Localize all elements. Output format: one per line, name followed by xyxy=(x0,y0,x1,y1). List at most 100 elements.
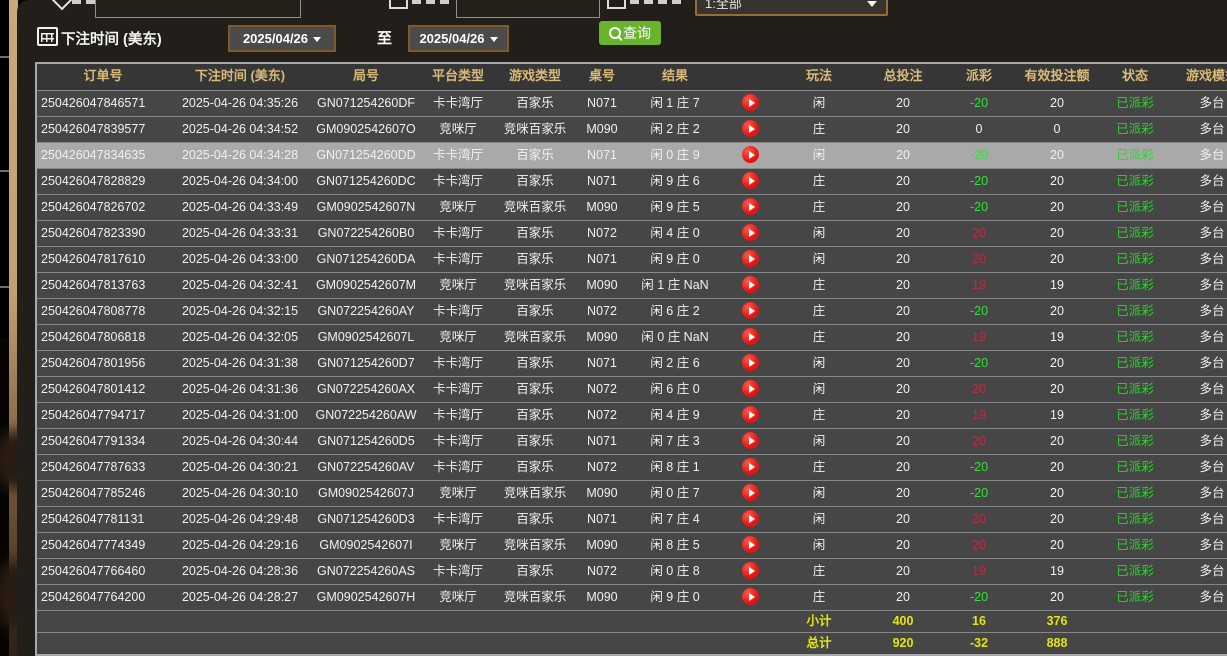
play-icon[interactable] xyxy=(742,380,759,397)
game-type-cell: 百家乐 xyxy=(495,221,575,246)
play-icon[interactable] xyxy=(742,198,759,215)
table-body: 250426047846571 2025-04-26 04:35:26 GN07… xyxy=(37,90,1227,610)
replay-cell xyxy=(721,91,779,116)
game-type-cell: 百家乐 xyxy=(495,455,575,480)
table-row[interactable]: 250426047791334 2025-04-26 04:30:44 GN07… xyxy=(37,428,1227,454)
bet-time-cell: 2025-04-26 04:29:16 xyxy=(169,533,311,558)
date-from-select[interactable]: 2025/04/26 xyxy=(228,25,336,52)
clipped-icon xyxy=(389,0,408,9)
replay-cell xyxy=(721,117,779,142)
play-icon[interactable] xyxy=(742,250,759,267)
valid-bet-cell: 20 xyxy=(1011,377,1103,402)
table-row[interactable]: 250426047794717 2025-04-26 04:31:00 GN07… xyxy=(37,402,1227,428)
table-row[interactable]: 250426047764200 2025-04-26 04:28:27 GM09… xyxy=(37,584,1227,610)
play-type-cell: 庄 xyxy=(779,559,859,584)
play-type-cell: 庄 xyxy=(779,325,859,350)
table-row[interactable]: 250426047813763 2025-04-26 04:32:41 GM09… xyxy=(37,272,1227,298)
table-row[interactable]: 250426047834635 2025-04-26 04:34:28 GN07… xyxy=(37,142,1227,168)
table-row[interactable]: 250426047817610 2025-04-26 04:33:00 GN07… xyxy=(37,246,1227,272)
table-row[interactable]: 250426047806818 2025-04-26 04:32:05 GM09… xyxy=(37,324,1227,350)
play-icon[interactable] xyxy=(742,562,759,579)
order-no-cell: 250426047823390 xyxy=(37,221,169,246)
bet-time-cell: 2025-04-26 04:28:27 xyxy=(169,585,311,610)
platform-cell: 卡卡湾厅 xyxy=(421,143,495,168)
play-icon[interactable] xyxy=(742,484,759,501)
result-cell: 闲 2 庄 6 xyxy=(629,351,721,376)
total-bet-cell: 20 xyxy=(859,221,947,246)
table-row[interactable]: 250426047781131 2025-04-26 04:29:48 GN07… xyxy=(37,506,1227,532)
total-bet-cell: 20 xyxy=(859,247,947,272)
table-row[interactable]: 250426047808778 2025-04-26 04:32:15 GN07… xyxy=(37,298,1227,324)
replay-cell xyxy=(721,195,779,220)
payout-cell: 20 xyxy=(947,247,1011,272)
order-no-input[interactable] xyxy=(95,0,301,18)
date-to-select[interactable]: 2025/04/26 xyxy=(408,25,509,52)
replay-cell xyxy=(721,377,779,402)
total-bet-cell: 20 xyxy=(859,481,947,506)
play-icon[interactable] xyxy=(742,276,759,293)
table-no-cell: N071 xyxy=(575,169,629,194)
round-no-cell: GN071254260D7 xyxy=(311,351,421,376)
status-cell: 已派彩 xyxy=(1103,299,1167,324)
play-icon[interactable] xyxy=(742,172,759,189)
play-icon[interactable] xyxy=(742,406,759,423)
column-header: 状态 xyxy=(1103,64,1167,90)
round-no-input[interactable] xyxy=(456,0,600,18)
game-type-cell: 百家乐 xyxy=(495,169,575,194)
payout-cell: 19 xyxy=(947,559,1011,584)
order-no-cell: 250426047794717 xyxy=(37,403,169,428)
play-icon[interactable] xyxy=(742,94,759,111)
bet-time-cell: 2025-04-26 04:32:41 xyxy=(169,273,311,298)
round-no-cell: GN072254260B0 xyxy=(311,221,421,246)
table-no-cell: M090 xyxy=(575,585,629,610)
play-type-cell: 庄 xyxy=(779,195,859,220)
table-row[interactable]: 250426047787633 2025-04-26 04:30:21 GN07… xyxy=(37,454,1227,480)
table-row[interactable]: 250426047774349 2025-04-26 04:29:16 GM09… xyxy=(37,532,1227,558)
game-mode-cell: 多台 xyxy=(1167,91,1227,116)
platform-cell: 卡卡湾厅 xyxy=(421,299,495,324)
table-no-cell: M090 xyxy=(575,481,629,506)
play-icon[interactable] xyxy=(742,536,759,553)
game-type-cell: 百家乐 xyxy=(495,351,575,376)
replay-cell xyxy=(721,455,779,480)
table-no-cell: N071 xyxy=(575,507,629,532)
replay-cell xyxy=(721,585,779,610)
status-cell: 已派彩 xyxy=(1103,169,1167,194)
replay-cell xyxy=(721,403,779,428)
table-row[interactable]: 250426047766460 2025-04-26 04:28:36 GN07… xyxy=(37,558,1227,584)
play-icon[interactable] xyxy=(742,328,759,345)
table-row[interactable]: 250426047839577 2025-04-26 04:34:52 GM09… xyxy=(37,116,1227,142)
payout-cell: -20 xyxy=(947,481,1011,506)
query-button[interactable]: 查询 xyxy=(599,21,661,45)
play-icon[interactable] xyxy=(742,588,759,605)
payout-cell: -20 xyxy=(947,585,1011,610)
table-row[interactable]: 250426047801412 2025-04-26 04:31:36 GN07… xyxy=(37,376,1227,402)
table-row[interactable]: 250426047828829 2025-04-26 04:34:00 GN07… xyxy=(37,168,1227,194)
play-icon[interactable] xyxy=(742,224,759,241)
order-no-cell: 250426047801412 xyxy=(37,377,169,402)
platform-select[interactable]: 1:全部 xyxy=(695,0,888,16)
game-mode-cell: 多台 xyxy=(1167,247,1227,272)
play-icon[interactable] xyxy=(742,146,759,163)
play-icon[interactable] xyxy=(742,432,759,449)
table-row[interactable]: 250426047801956 2025-04-26 04:31:38 GN07… xyxy=(37,350,1227,376)
date-to-value: 2025/04/26 xyxy=(419,31,484,46)
game-type-cell: 百家乐 xyxy=(495,91,575,116)
table-totals: 小计 400 16 376 总计 920 -32 888 xyxy=(37,610,1227,654)
replay-cell xyxy=(721,559,779,584)
table-row[interactable]: 250426047826702 2025-04-26 04:33:49 GM09… xyxy=(37,194,1227,220)
table-row[interactable]: 250426047823390 2025-04-26 04:33:31 GN07… xyxy=(37,220,1227,246)
play-icon[interactable] xyxy=(742,120,759,137)
valid-bet-cell: 20 xyxy=(1011,507,1103,532)
table-row[interactable]: 250426047846571 2025-04-26 04:35:26 GN07… xyxy=(37,90,1227,116)
play-icon[interactable] xyxy=(742,458,759,475)
play-icon[interactable] xyxy=(742,510,759,527)
play-icon[interactable] xyxy=(742,354,759,371)
total-bet-cell: 20 xyxy=(859,377,947,402)
game-mode-cell: 多台 xyxy=(1167,377,1227,402)
column-header: 平台类型 xyxy=(421,64,495,90)
column-header: 局号 xyxy=(311,64,421,90)
table-row[interactable]: 250426047785246 2025-04-26 04:30:10 GM09… xyxy=(37,480,1227,506)
column-header: 订单号 xyxy=(37,64,169,90)
play-icon[interactable] xyxy=(742,302,759,319)
